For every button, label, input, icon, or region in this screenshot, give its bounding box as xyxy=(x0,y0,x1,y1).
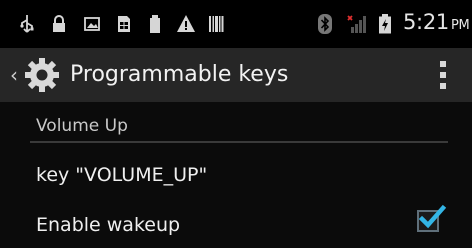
battery-charging-icon xyxy=(378,14,392,34)
battery-saver-icon xyxy=(148,14,162,34)
image-icon xyxy=(84,14,100,34)
status-bar: 5:21 PM xyxy=(0,0,472,48)
preference-category-title: Volume Up xyxy=(36,116,128,136)
screen: 5:21 PM ‹ Programmable keys Volume Up ke… xyxy=(0,0,472,248)
status-clock: 5:21 PM xyxy=(403,10,470,34)
page-title: Programmable keys xyxy=(70,62,289,87)
bluetooth-icon xyxy=(318,14,332,34)
lock-icon xyxy=(52,14,66,34)
key-preference-row[interactable]: key "VOLUME_UP" xyxy=(0,148,472,200)
up-navigation-icon[interactable]: ‹ xyxy=(10,59,18,91)
enable-wakeup-row[interactable]: Enable wakeup xyxy=(0,198,472,248)
enable-wakeup-checkbox[interactable] xyxy=(417,204,447,232)
settings-gear-icon[interactable] xyxy=(24,57,60,93)
checkmark-icon xyxy=(418,204,447,229)
usb-icon xyxy=(20,14,34,34)
warning-icon xyxy=(176,14,196,34)
key-preference-label: key "VOLUME_UP" xyxy=(36,164,208,186)
overflow-menu-icon[interactable] xyxy=(438,61,448,89)
action-bar: ‹ Programmable keys xyxy=(0,48,472,102)
sim-card-icon xyxy=(116,14,132,34)
category-divider xyxy=(30,141,448,143)
barcode-icon xyxy=(208,14,224,34)
no-signal-icon xyxy=(346,14,366,34)
enable-wakeup-label: Enable wakeup xyxy=(36,214,181,236)
